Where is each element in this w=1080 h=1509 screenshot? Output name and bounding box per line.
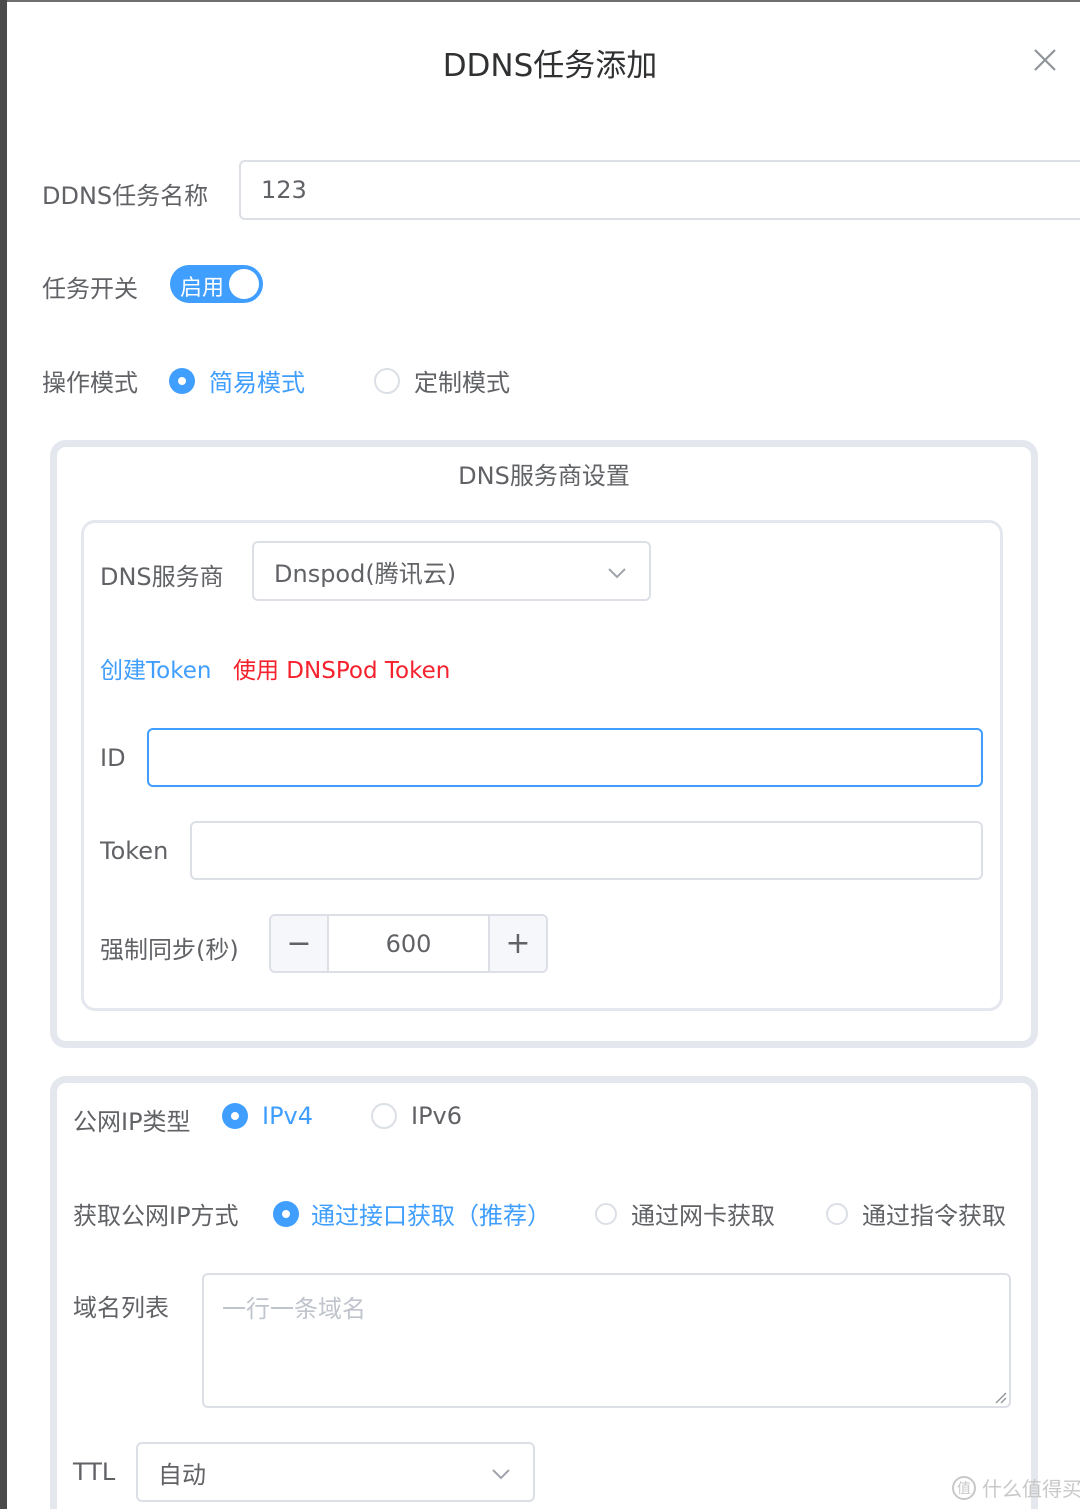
mode-radio-custom-label: 定制模式	[414, 369, 510, 397]
mode-radio-simple-label: 简易模式	[209, 369, 305, 397]
switch-on-text: 启用	[180, 276, 225, 301]
task-switch-label: 任务开关	[42, 275, 138, 303]
dns-provider-value: Dnspod(腾讯云)	[274, 559, 457, 588]
watermark-logo: 值	[952, 1475, 976, 1500]
dns-provider-select[interactable]: Dnspod(腾讯云)	[252, 541, 651, 601]
ip-type-label: 公网IP类型	[73, 1108, 191, 1136]
watermark: 值 什么值得买	[952, 1473, 1080, 1502]
radio-checked-icon	[222, 1103, 248, 1129]
dialog-title: DDNS任务添加	[442, 48, 658, 84]
ip-type-ipv6-label: IPv6	[411, 1102, 463, 1130]
radio-unchecked-icon	[826, 1202, 848, 1225]
sync-interval-value: 600	[385, 929, 432, 958]
radio-checked-icon	[169, 367, 195, 394]
ip-method-radio-cmd[interactable]: 通过指令获取	[826, 1196, 1006, 1231]
id-input[interactable]	[147, 728, 983, 787]
chevron-down-icon	[608, 568, 626, 579]
ip-method-nic-label: 通过网卡获取	[631, 1202, 775, 1230]
task-name-value: 123	[261, 176, 307, 204]
ip-method-label: 获取公网IP方式	[73, 1202, 239, 1230]
increase-button[interactable]: +	[488, 916, 546, 971]
radio-unchecked-icon	[374, 367, 400, 394]
plus-icon: +	[505, 926, 531, 961]
radio-unchecked-icon	[595, 1202, 617, 1225]
resize-handle-icon[interactable]	[993, 1390, 1007, 1404]
ip-method-radio-nic[interactable]: 通过网卡获取	[595, 1196, 775, 1231]
dns-panel-title: DNS服务商设置	[458, 462, 630, 490]
sync-interval-label: 强制同步(秒)	[100, 936, 239, 964]
mode-radio-custom[interactable]: 定制模式	[374, 363, 510, 398]
create-token-link[interactable]: 创建Token	[100, 651, 211, 685]
ip-type-radio-ipv4[interactable]: IPv4	[222, 1102, 313, 1130]
token-input[interactable]	[190, 821, 983, 880]
decrease-button[interactable]: −	[271, 916, 329, 971]
mode-label: 操作模式	[42, 369, 138, 397]
chevron-down-icon	[492, 1469, 510, 1480]
switch-knob	[229, 269, 259, 299]
ip-method-radio-api[interactable]: 通过接口获取（推荐）	[273, 1196, 551, 1231]
radio-unchecked-icon	[371, 1103, 397, 1129]
sync-interval-stepper: − 600 +	[269, 914, 548, 973]
ip-method-api-label: 通过接口获取（推荐）	[311, 1202, 551, 1230]
ttl-label: TTL	[73, 1458, 116, 1486]
token-label: Token	[100, 837, 169, 865]
mode-radio-simple[interactable]: 简易模式	[169, 363, 305, 398]
task-name-input[interactable]: 123	[239, 160, 1080, 220]
domain-list-textarea[interactable]: 一行一条域名	[202, 1273, 1011, 1408]
ip-type-radio-ipv6[interactable]: IPv6	[371, 1102, 462, 1130]
radio-checked-icon	[273, 1200, 299, 1227]
window-top-edge	[7, 0, 1080, 2]
watermark-text: 什么值得买	[982, 1477, 1080, 1501]
domain-list-label: 域名列表	[73, 1294, 169, 1322]
minus-icon: −	[286, 926, 312, 961]
task-enable-switch[interactable]: 启用	[170, 265, 263, 303]
dns-provider-label: DNS服务商	[100, 563, 224, 591]
ip-type-ipv4-label: IPv4	[262, 1102, 314, 1130]
use-dnspod-token-link[interactable]: 使用 DNSPod Token	[233, 651, 450, 685]
id-label: ID	[100, 744, 126, 772]
task-name-label: DDNS任务名称	[42, 182, 209, 210]
sync-interval-input[interactable]: 600	[331, 916, 486, 971]
ttl-value: 自动	[158, 1460, 206, 1489]
ttl-select[interactable]: 自动	[136, 1442, 535, 1502]
close-icon[interactable]	[1032, 47, 1058, 73]
window-left-edge	[0, 0, 7, 1509]
ip-method-cmd-label: 通过指令获取	[862, 1202, 1006, 1230]
domain-list-placeholder: 一行一条域名	[222, 1295, 366, 1323]
